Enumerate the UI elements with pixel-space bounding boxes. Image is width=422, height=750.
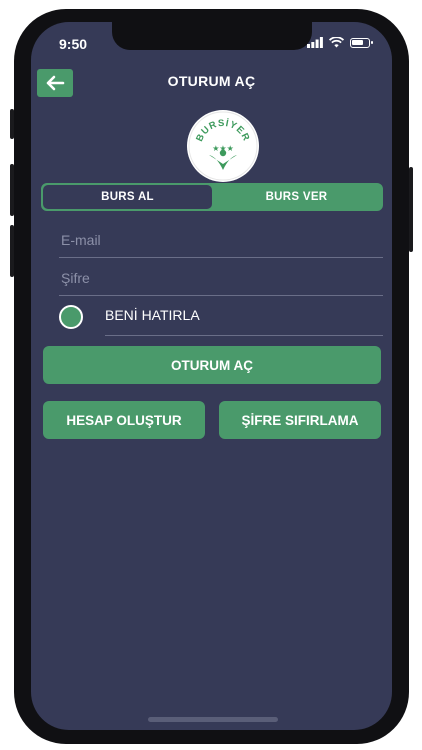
mute-switch [10, 109, 14, 139]
volume-down-button [10, 225, 14, 277]
role-segmented-control[interactable]: BURS AL BURS VER [41, 183, 383, 211]
remember-me-divider [105, 335, 383, 336]
bursiyer-logo: BURSİYER ★★★ [187, 110, 259, 182]
password-placeholder: Şifre [61, 270, 90, 286]
create-account-button[interactable]: HESAP OLUŞTUR [43, 401, 205, 439]
app-screen: 9:50 OTURUM AÇ BURSİYER ★★★ BURS AL BURS… [31, 22, 392, 730]
volume-up-button [10, 164, 14, 216]
signal-icon [307, 37, 323, 48]
page-title: OTURUM AÇ [167, 73, 256, 89]
remember-me-radio[interactable] [59, 305, 83, 329]
remember-me-label: BENİ HATIRLA [105, 307, 200, 323]
home-indicator[interactable] [148, 717, 278, 722]
segment-burs-ver[interactable]: BURS VER [212, 185, 381, 209]
email-field[interactable]: E-mail [59, 222, 383, 258]
battery-icon [350, 37, 373, 48]
status-time: 9:50 [59, 36, 88, 52]
password-field[interactable]: Şifre [59, 260, 383, 296]
login-button[interactable]: OTURUM AÇ [43, 346, 381, 384]
segment-burs-al[interactable]: BURS AL [43, 185, 212, 209]
status-icons [307, 37, 373, 48]
remember-me-row[interactable]: BENİ HATIRLA [59, 300, 383, 336]
notch [112, 22, 312, 50]
power-button [409, 167, 413, 252]
wifi-icon [329, 37, 344, 48]
reset-password-button[interactable]: ŞİFRE SIFIRLAMA [219, 401, 381, 439]
email-placeholder: E-mail [61, 232, 101, 248]
bursiyer-logo-graphic: BURSİYER ★★★ [188, 111, 258, 181]
